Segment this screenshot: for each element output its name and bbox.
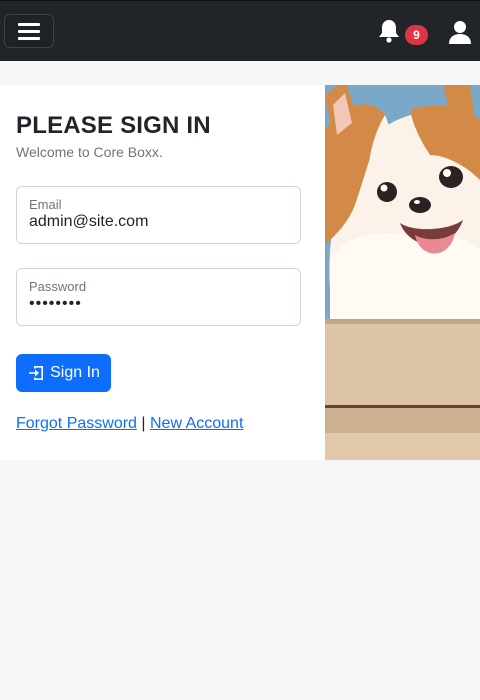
password-label: Password <box>29 279 87 294</box>
forgot-password-link[interactable]: Forgot Password <box>16 415 137 432</box>
email-field[interactable]: Email <box>16 186 301 244</box>
email-input[interactable] <box>29 213 289 231</box>
password-input[interactable] <box>29 295 289 313</box>
user-icon[interactable] <box>447 19 473 45</box>
password-field[interactable]: Password <box>16 268 301 326</box>
sign-in-button[interactable]: Sign In <box>16 354 111 392</box>
notification-count-badge: 9 <box>405 25 428 45</box>
email-label: Email <box>29 197 62 212</box>
bell-icon[interactable] <box>375 17 403 45</box>
puppy-illustration <box>325 85 480 460</box>
sign-in-label: Sign In <box>50 364 100 381</box>
new-account-link[interactable]: New Account <box>150 415 243 432</box>
menu-toggle-button[interactable] <box>4 14 54 48</box>
link-separator: | <box>141 415 146 432</box>
hamburger-menu-icon <box>18 22 40 40</box>
sign-in-icon <box>29 366 44 380</box>
account-links: Forgot Password | New Account <box>16 415 243 433</box>
page-title: PLEASE SIGN IN <box>16 112 211 139</box>
top-navbar: 9 <box>0 0 480 61</box>
welcome-subtitle: Welcome to Core Boxx. <box>16 144 163 160</box>
